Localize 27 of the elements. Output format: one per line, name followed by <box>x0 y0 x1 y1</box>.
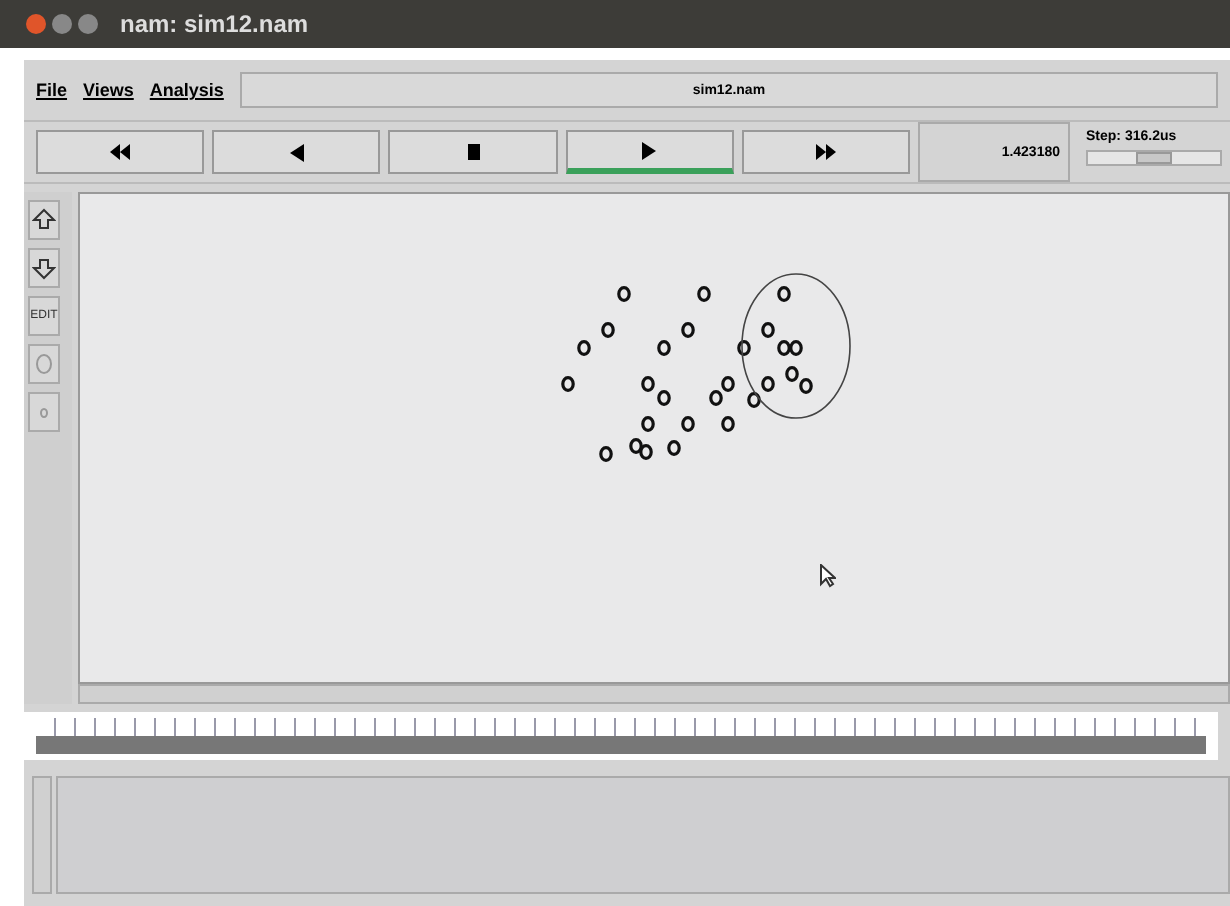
down-arrow-icon <box>32 256 56 280</box>
window-title: nam: sim12.nam <box>120 10 309 38</box>
circle-tool-button[interactable] <box>28 344 60 384</box>
window-controls-icon[interactable] <box>24 12 104 36</box>
menu-item[interactable]: Views <box>83 80 134 100</box>
menu-item[interactable]: Analysis <box>149 80 224 100</box>
timeline-bar[interactable] <box>36 718 1206 754</box>
menu-item[interactable]: File <box>36 80 68 100</box>
vertical-scrollbar[interactable] <box>32 776 52 894</box>
play-icon <box>642 141 657 159</box>
transport-button[interactable] <box>741 130 911 174</box>
transport-button[interactable] <box>36 130 205 174</box>
rewind-icon <box>110 144 131 160</box>
slider-thumb[interactable] <box>1136 152 1173 164</box>
step-slider[interactable] <box>1086 150 1223 166</box>
dot-tool-button[interactable] <box>28 392 60 432</box>
stop-icon <box>467 144 479 160</box>
fast-forward-icon <box>815 144 836 160</box>
zoom-out-button[interactable] <box>28 248 60 288</box>
transport-button[interactable] <box>388 130 558 174</box>
mouse-cursor-icon <box>820 564 836 588</box>
horizontal-scrollbar[interactable] <box>78 684 1230 704</box>
up-arrow-icon <box>32 208 56 232</box>
step-back-icon <box>289 143 304 161</box>
circle-icon <box>36 354 52 374</box>
zoom-in-button[interactable] <box>28 200 60 240</box>
small-circle-icon <box>40 407 48 417</box>
